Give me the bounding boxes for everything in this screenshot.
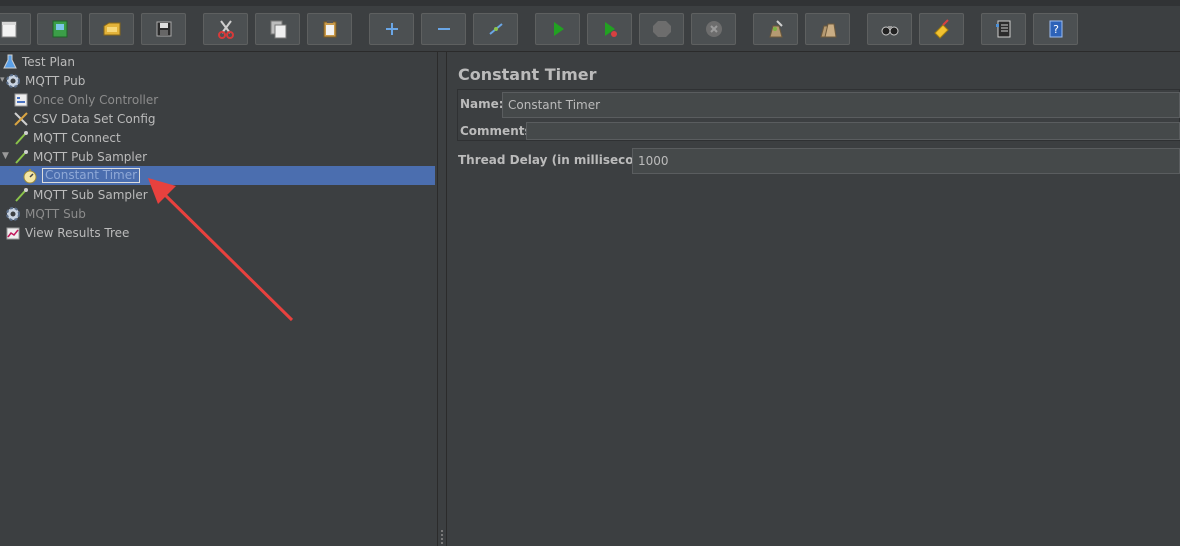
tree-item-label: MQTT Pub Sampler [33,149,148,164]
controller-icon [14,93,28,106]
name-input[interactable]: Constant Timer [502,92,1180,118]
results-chart-icon [6,227,20,239]
paste-button[interactable] [307,13,352,45]
tree-item-mqtt-pub-sampler[interactable]: MQTT Pub Sampler [0,147,435,166]
cut-button[interactable] [203,13,248,45]
new-button[interactable] [0,13,31,45]
pipette-icon [15,187,28,202]
tree-item-mqtt-sub[interactable]: MQTT Sub [0,204,435,223]
start-button[interactable] [535,13,580,45]
cut-icon [217,20,234,39]
tree-item-view-results-tree[interactable]: View Results Tree [0,223,435,242]
pane-splitter[interactable] [437,52,447,546]
tree-item-csv-data-set-config[interactable]: CSV Data Set Config [0,109,435,128]
collapse-icon [437,28,450,30]
shutdown-icon [705,21,722,37]
collapse-all-button[interactable] [421,13,466,45]
toggle-icon [488,23,503,35]
new-icon [1,21,16,38]
stopwatch-icon [23,168,37,183]
reset-search-button[interactable] [919,13,964,45]
splitter-grip[interactable] [441,530,443,544]
panel-title: Constant Timer [458,65,597,84]
tree-item-label: MQTT Sub [25,206,86,221]
svg-text:?: ? [1053,23,1059,36]
start-icon [553,22,564,36]
save-icon [156,21,171,37]
tree-item-label: Once Only Controller [33,92,159,107]
start-no-pause-icon [604,22,617,37]
tree-item-mqtt-sub-sampler[interactable]: MQTT Sub Sampler [0,185,435,204]
copy-button[interactable] [255,13,300,45]
pipette-icon [15,149,28,164]
thread-delay-input[interactable]: 1000 [632,148,1180,174]
reset-search-icon [933,19,949,39]
comments-input[interactable] [526,122,1180,140]
name-label: Name: [460,97,504,111]
tree-item-label: CSV Data Set Config [33,111,156,126]
comments-label: Comments: [460,124,537,138]
search-icon [881,26,898,36]
toggle-button[interactable] [473,13,518,45]
tree-item-mqtt-pub[interactable]: MQTT Pub [0,71,435,90]
chevron-down-icon[interactable]: ▾ [0,75,5,85]
element-editor-panel: Constant Timer Name: Constant Timer Comm… [448,52,1180,546]
tree-item-label: Test Plan [22,54,75,69]
wrench-icon [14,111,28,126]
test-plan-tree: Test Plan MQTT Pub ▾ Once Only Controlle… [0,52,437,546]
open-icon [103,22,120,36]
templates-button[interactable] [37,13,82,45]
copy-icon [270,20,286,39]
expand-icon [385,23,398,35]
help-icon: ? [1049,20,1062,38]
expand-all-button[interactable] [369,13,414,45]
tree-item-test-plan[interactable]: Test Plan [0,52,435,71]
stop-icon [652,21,671,37]
open-button[interactable] [89,13,134,45]
tree-item-label: MQTT Pub [25,73,86,88]
search-button[interactable] [867,13,912,45]
flask-icon [3,54,17,68]
function-helper-icon [995,20,1010,38]
pipette-icon [15,130,28,145]
tree-item-label: MQTT Sub Sampler [33,187,148,202]
shutdown-button[interactable] [691,13,736,45]
clear-all-button[interactable] [805,13,850,45]
paste-icon [323,20,336,38]
gear-icon [6,206,20,221]
help-button[interactable]: ? [1033,13,1078,45]
gear-icon [6,73,20,88]
templates-icon [52,20,67,38]
start-no-pauses-button[interactable] [587,13,632,45]
chevron-down-icon[interactable]: ▼ [2,151,9,161]
clear-all-icon [819,23,837,38]
stop-button[interactable] [639,13,684,45]
function-helper-button[interactable] [981,13,1026,45]
save-button[interactable] [141,13,186,45]
tree-item-constant-timer[interactable]: Constant Timer [0,166,435,185]
tree-item-once-only-controller[interactable]: Once Only Controller [0,90,435,109]
tree-item-mqtt-connect[interactable]: MQTT Connect [0,128,435,147]
main-toolbar: ? [0,0,1180,52]
tree-item-label[interactable]: Constant Timer [42,168,141,183]
tree-item-label: MQTT Connect [33,130,121,145]
clear-button[interactable] [753,13,798,45]
tree-item-label: View Results Tree [25,225,130,240]
clear-icon [768,20,783,38]
